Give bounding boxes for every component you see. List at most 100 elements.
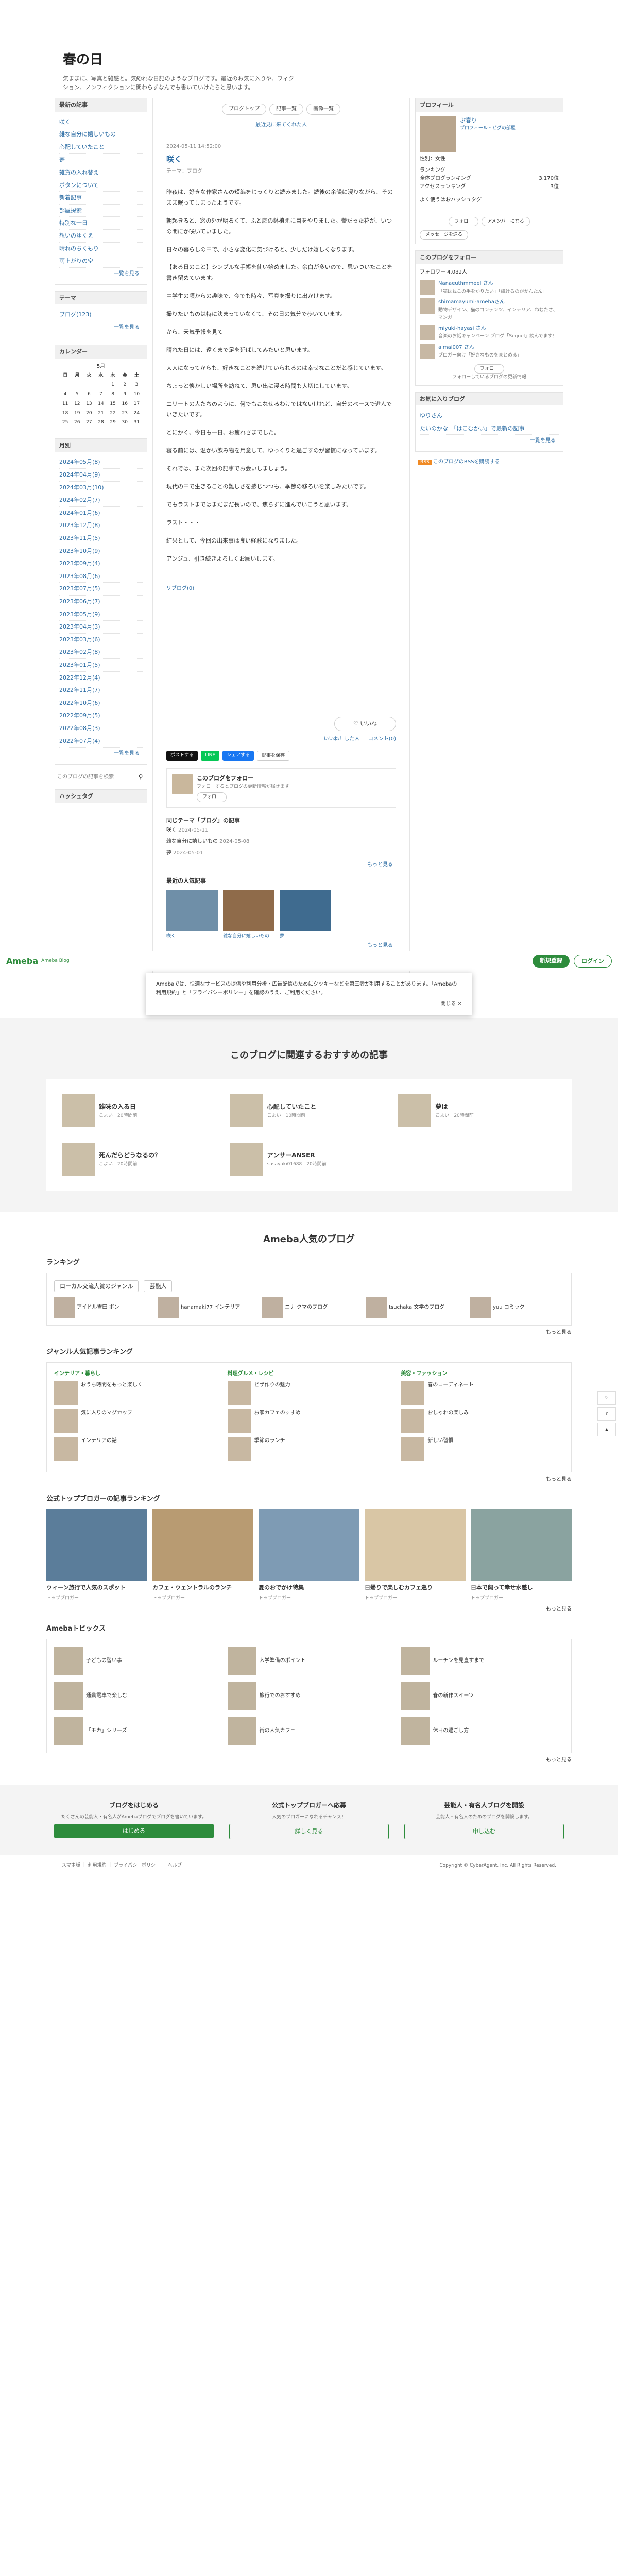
topic-item[interactable]: 休日の過ごし方 [401, 1716, 564, 1745]
recommend-item[interactable]: 雑味の入る日 こよい 20時間前 [62, 1094, 220, 1128]
float-top-icon[interactable]: ▲ [597, 1422, 616, 1437]
ranking-item[interactable]: yuu コミック [470, 1297, 564, 1318]
calendar-day[interactable]: 6 [83, 389, 95, 399]
recent-more-link[interactable]: 一覧を見る [59, 268, 143, 280]
official-card[interactable]: ウィーン旅行で人気のスポット トップブロガー [46, 1509, 147, 1602]
official-card[interactable]: 夏のおでかけ特集 トップブロガー [259, 1509, 359, 1602]
float-share-icon[interactable]: ⇪ [597, 1406, 616, 1421]
archive-link[interactable]: 2023年02月(8) [59, 646, 143, 659]
reblog-link[interactable]: リブログ(0) [166, 585, 396, 593]
calendar-day[interactable]: 10 [131, 389, 143, 399]
recommend-item[interactable]: アンサーANSER sasayaki01688 20時間前 [230, 1143, 388, 1176]
calendar-day[interactable]: 21 [95, 409, 107, 418]
follower-item[interactable]: Nanaeuthmmeel さん 「猫はねこの手をかりたい」「続けるのがかんたん」 [420, 279, 559, 295]
entry-list-button[interactable]: 記事一覧 [269, 104, 303, 115]
archive-link[interactable]: 2022年10月(6) [59, 697, 143, 710]
calendar-day[interactable]: 31 [131, 418, 143, 427]
blog-title[interactable]: 春の日 [63, 49, 618, 71]
topic-item[interactable]: 春の新作スイーツ [401, 1681, 564, 1710]
calendar-day[interactable]: 19 [71, 409, 83, 418]
recommend-item[interactable]: 死んだらどうなるの？ こよい 20時間前 [62, 1143, 220, 1176]
entry-theme[interactable]: テーマ：ブログ [166, 167, 396, 176]
official-card[interactable]: カフェ・ウェントラルのランチ トップブロガー [152, 1509, 253, 1602]
save-entry-button[interactable]: 記事を保存 [257, 751, 290, 761]
topic-item[interactable]: 旅行でのおすすめ [227, 1681, 391, 1710]
calendar-day[interactable]: 9 [119, 389, 131, 399]
same-theme-item[interactable]: 雑な自分に嬉しいもの 2024-05-08 [166, 836, 396, 848]
genre-item[interactable]: おしゃれの楽しみ [401, 1409, 564, 1433]
calendar-day[interactable]: 27 [83, 418, 95, 427]
recent-entry-link[interactable]: 部屋探索 [59, 205, 143, 217]
ranking-tab-celebrity[interactable]: 芸能人 [144, 1280, 173, 1293]
archive-link[interactable]: 2023年05月(9) [59, 608, 143, 621]
recent-visitors-link[interactable]: 最近見に来てくれた人 [153, 120, 409, 134]
float-like-icon[interactable]: ♡ [597, 1391, 616, 1405]
author-avatar[interactable] [172, 774, 193, 795]
cookie-close-button[interactable]: 閉じる ✕ [156, 999, 462, 1008]
recent-entry-link[interactable]: 特別な一日 [59, 217, 143, 230]
calendar-day[interactable]: 7 [95, 389, 107, 399]
recent-entry-link[interactable]: 新着記事 [59, 192, 143, 205]
ranking-item[interactable]: ニナ クマのブログ [262, 1297, 356, 1318]
calendar-day[interactable]: 14 [95, 399, 107, 409]
theme-more-link[interactable]: 一覧を見る [59, 321, 143, 334]
archive-link[interactable]: 2024年01月(6) [59, 507, 143, 520]
follower-item[interactable]: shimamayumi-amebaさん 動物デザイン、猫のコンテンツ、インテリア、… [420, 298, 559, 321]
same-theme-item[interactable]: 夢 2024-05-01 [166, 848, 396, 859]
ameba-logo[interactable]: Ameba [6, 955, 38, 968]
genre-see-more[interactable]: もっと見る [46, 1476, 572, 1484]
register-button[interactable]: 新規登録 [533, 954, 570, 968]
calendar-day[interactable]: 28 [95, 418, 107, 427]
recommend-item[interactable]: 心配していたこと こよい 10時間前 [230, 1094, 388, 1128]
genre-name[interactable]: インテリア・暮らし [54, 1370, 217, 1378]
calendar-day[interactable]: 3 [131, 380, 143, 389]
archive-link[interactable]: 2022年08月(3) [59, 722, 143, 735]
login-button[interactable]: ログイン [574, 954, 612, 968]
archive-link[interactable]: 2023年09月(4) [59, 557, 143, 570]
genre-item[interactable]: 新しい習慣 [401, 1437, 564, 1461]
archive-more-link[interactable]: 一覧を見る [59, 748, 143, 760]
theme-link[interactable]: ブログ(123) [59, 309, 143, 321]
archive-link[interactable]: 2022年09月(5) [59, 709, 143, 722]
cta-button[interactable]: 詳しく見る [229, 1824, 389, 1839]
ranking-overall-label[interactable]: 全体ブログランキング [420, 175, 471, 183]
calendar-day[interactable]: 12 [71, 399, 83, 409]
profile-avatar[interactable] [420, 115, 456, 152]
cta-button[interactable]: はじめる [54, 1824, 214, 1838]
recent-entry-link[interactable]: 夢 [59, 154, 143, 166]
calendar-day[interactable]: 15 [107, 399, 119, 409]
image-list-button[interactable]: 画像一覧 [306, 104, 340, 115]
genre-name[interactable]: 料理グルメ・レシピ [228, 1370, 391, 1378]
genre-item[interactable]: お家カフェのすすめ [227, 1409, 391, 1433]
topics-see-more[interactable]: もっと見る [46, 1756, 572, 1765]
recent-entry-link[interactable]: 想いのゆくえ [59, 230, 143, 243]
calendar-day[interactable]: 1 [107, 380, 119, 389]
official-card[interactable]: 日帰りで楽しむカフェ巡り トップブロガー [365, 1509, 466, 1602]
archive-link[interactable]: 2024年02月(7) [59, 494, 143, 507]
profile-name[interactable]: ぷ春り [460, 116, 516, 125]
archive-link[interactable]: 2023年11月(5) [59, 532, 143, 545]
topic-item[interactable]: 通勤電車で楽しむ [54, 1681, 217, 1710]
archive-link[interactable]: 2022年11月(7) [59, 684, 143, 697]
share-facebook-button[interactable]: シェアする [222, 751, 254, 761]
archive-link[interactable]: 2023年06月(7) [59, 596, 143, 608]
topic-item[interactable]: 街の人気カフェ [227, 1716, 391, 1745]
calendar-day[interactable]: 8 [107, 389, 119, 399]
archive-link[interactable]: 2024年05月(8) [59, 456, 143, 469]
calendar-day[interactable]: 13 [83, 399, 95, 409]
calendar-day[interactable]: 26 [71, 418, 83, 427]
calendar-day[interactable]: 25 [59, 418, 71, 427]
rss-link[interactable]: このブログのRSSを購読する [433, 459, 500, 465]
archive-link[interactable]: 2024年04月(9) [59, 469, 143, 482]
calendar-day[interactable]: 30 [119, 418, 131, 427]
ranking-genre-label[interactable]: アクセスランキング [420, 183, 466, 191]
genre-item[interactable]: ピザ作りの魅力 [227, 1381, 391, 1405]
calendar-day[interactable]: 22 [107, 409, 119, 418]
topic-item[interactable]: 子どもの習い事 [54, 1646, 217, 1675]
blog-search-input[interactable] [55, 771, 134, 783]
like-links[interactable]: いいね！した人 ｜ コメント(0) [166, 735, 396, 743]
calendar-day[interactable]: 24 [131, 409, 143, 418]
archive-link[interactable]: 2022年07月(4) [59, 735, 143, 748]
official-card[interactable]: 日本で飼って幸せ水差し トップブロガー [471, 1509, 572, 1602]
followers-count[interactable]: フォロワー 4,082人 [420, 268, 559, 277]
